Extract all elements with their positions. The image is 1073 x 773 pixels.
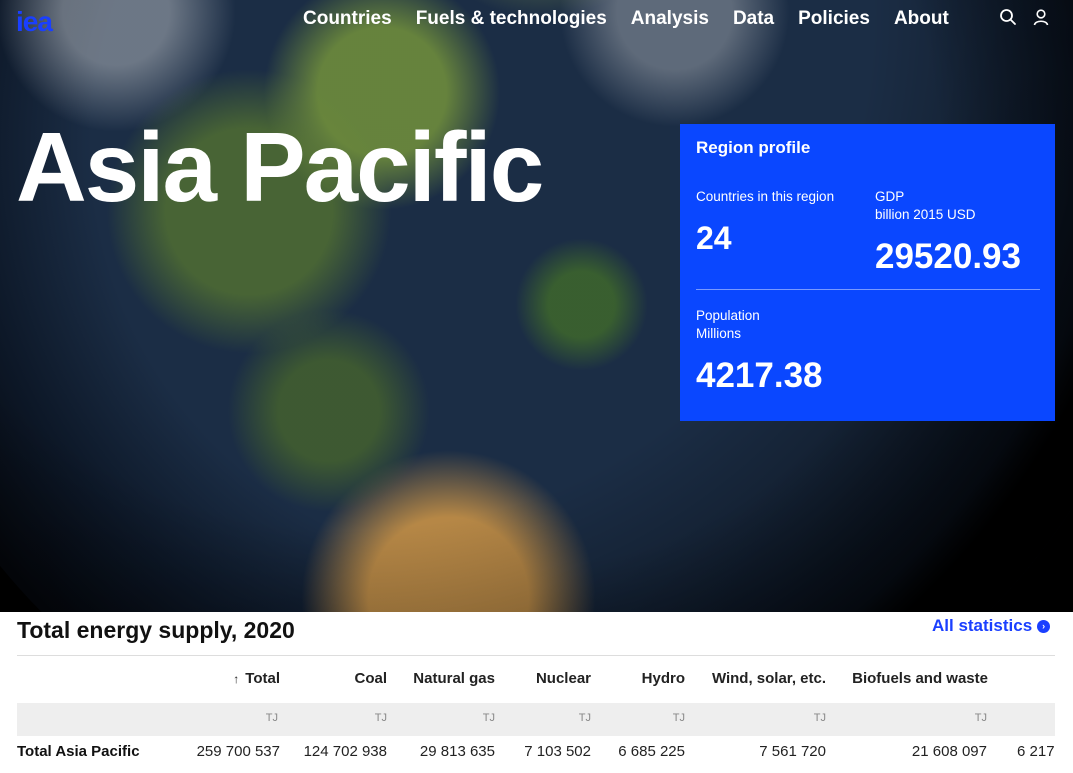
all-statistics-link[interactable]: All statistics › (932, 616, 1051, 636)
unit-wind-solar: TJ (813, 712, 826, 724)
cell-coal: 124 702 938 (303, 743, 387, 760)
nav-item-data[interactable]: Data (733, 8, 774, 30)
cell-nuclear: 7 103 502 (524, 743, 591, 760)
unit-total: TJ (265, 712, 278, 724)
region-profile-title: Region profile (696, 138, 811, 157)
chevron-right-icon: › (1037, 619, 1051, 633)
nav-item-countries[interactable]: Countries (303, 8, 392, 30)
gdp-value: 29520.93 (875, 237, 1021, 276)
column-header-hydro[interactable]: Hydro (610, 670, 685, 687)
hero-section: iea Countries Fuels & technologies Analy… (0, 0, 1073, 612)
page-title: Asia Pacific (16, 112, 544, 222)
cell-wind-solar: 7 561 720 (759, 743, 826, 760)
population-label: Population (696, 308, 760, 323)
row-label-total-asia-pacific: Total Asia Pacific (17, 743, 140, 760)
cell-natural-gas: 29 813 635 (419, 743, 495, 760)
cell-biofuels: 21 608 097 (911, 743, 987, 760)
unit-nuclear: TJ (578, 712, 591, 724)
population-value: 4217.38 (696, 356, 823, 395)
iea-logo[interactable]: iea (16, 6, 53, 38)
gdp-unit: billion 2015 USD (875, 207, 976, 222)
unit-biofuels: TJ (974, 712, 987, 724)
population-unit: Millions (696, 326, 742, 341)
search-icon[interactable] (999, 8, 1017, 26)
column-header-biofuels[interactable]: Biofuels and waste (840, 670, 988, 687)
sort-arrow-icon: ↑ (233, 672, 240, 686)
top-nav: iea Countries Fuels & technologies Analy… (0, 0, 1073, 40)
column-header-total[interactable]: ↑ Total (228, 670, 280, 687)
countries-value: 24 (696, 220, 732, 256)
cell-hydro: 6 685 225 (618, 743, 685, 760)
nav-item-analysis[interactable]: Analysis (631, 8, 709, 30)
column-header-coal[interactable]: Coal (327, 670, 387, 687)
main-menu: Countries Fuels & technologies Analysis … (303, 8, 973, 30)
column-header-wind-solar[interactable]: Wind, solar, etc. (700, 670, 826, 687)
nav-item-fuels-technologies[interactable]: Fuels & technologies (416, 8, 607, 30)
user-icon[interactable] (1032, 8, 1050, 26)
energy-supply-section: Total energy supply, 2020 All statistics… (0, 612, 1073, 773)
column-header-nuclear[interactable]: Nuclear (510, 670, 591, 687)
unit-hydro: TJ (672, 712, 685, 724)
section-title: Total energy supply, 2020 (17, 617, 295, 643)
nav-item-policies[interactable]: Policies (798, 8, 870, 30)
column-header-natural-gas[interactable]: Natural gas (395, 670, 495, 687)
units-row (17, 703, 1055, 736)
nav-item-about[interactable]: About (894, 8, 949, 30)
card-divider (696, 289, 1040, 290)
cell-next-column: 6 217 (1017, 743, 1055, 760)
table-divider (17, 655, 1055, 656)
countries-label: Countries in this region (696, 189, 835, 204)
region-profile-card: Region profile Countries in this region … (680, 124, 1055, 421)
unit-natural-gas: TJ (482, 712, 495, 724)
cell-total: 259 700 537 (196, 743, 280, 760)
unit-coal: TJ (374, 712, 387, 724)
gdp-label: GDP (875, 189, 905, 204)
